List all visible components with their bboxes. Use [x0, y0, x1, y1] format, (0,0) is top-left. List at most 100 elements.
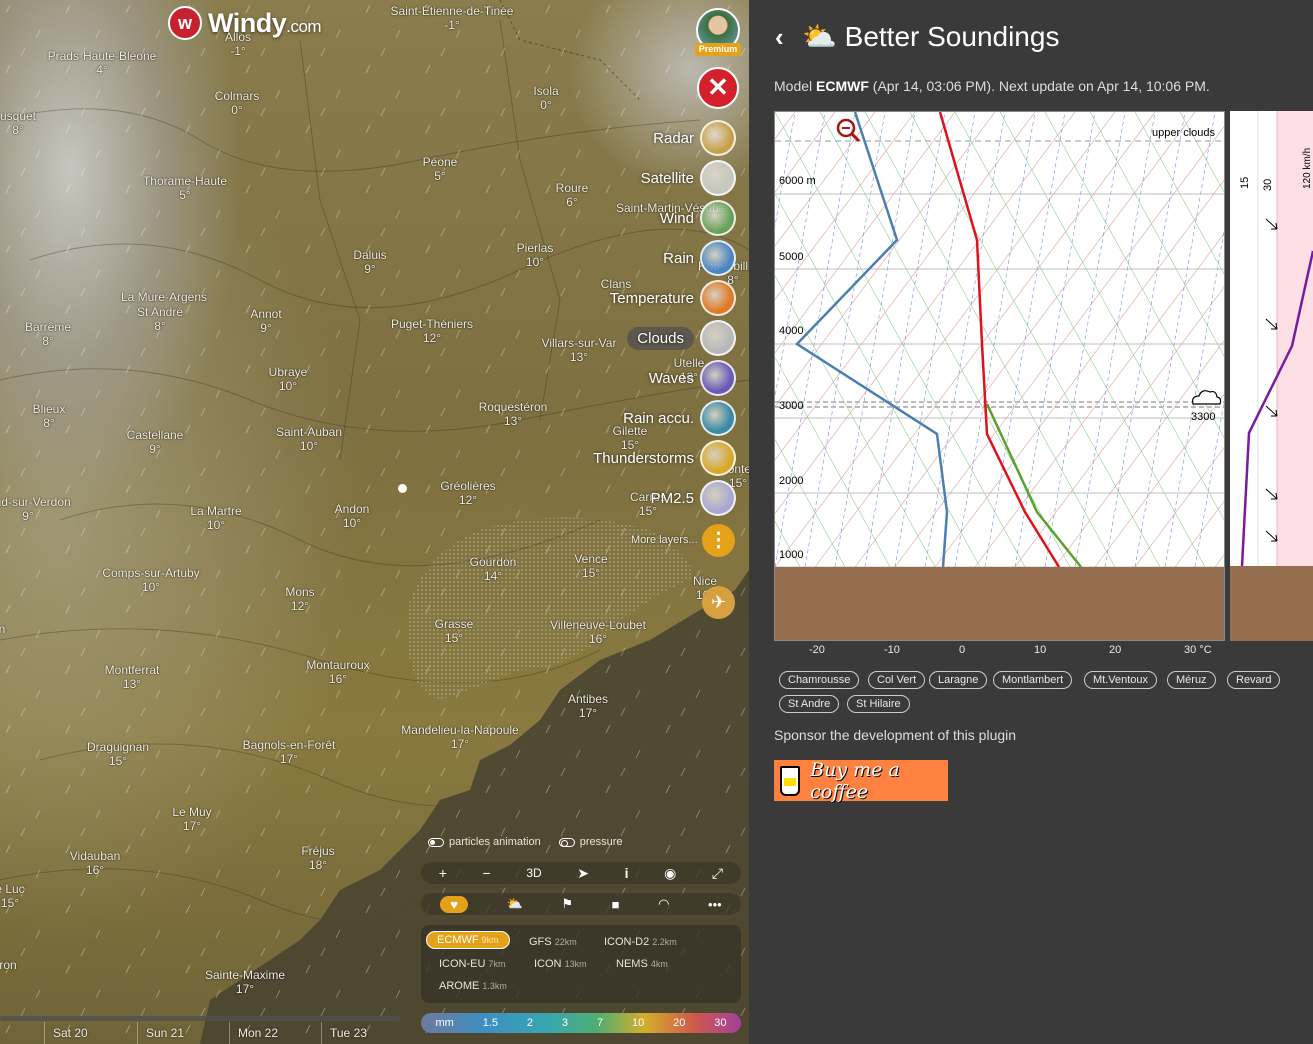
wind-profile-chart[interactable]: 15 30 120 km/h — [1230, 111, 1313, 641]
layer-item[interactable]: Rain accu. — [623, 400, 736, 436]
city-label[interactable]: Roure 6° — [556, 181, 589, 209]
particles-toggle[interactable]: particles animation — [428, 836, 541, 848]
city-label[interactable]: Roquestéron 13° — [479, 400, 548, 428]
city-label[interactable]: Colmars 0° — [215, 89, 260, 117]
city-label[interactable]: Vence 15° — [574, 552, 607, 580]
skewt-chart[interactable]: 6000 m 5000 4000 3000 2000 1000 upper clouds 33… — [774, 111, 1225, 641]
city-label[interactable]: Castellane 9° — [127, 428, 184, 456]
city-label[interactable]: St André 8° — [137, 305, 183, 333]
city-label[interactable]: alud-sur-Verdon9° — [0, 495, 71, 523]
city-label[interactable]: Thorame-Haute 5° — [143, 174, 227, 202]
3d-button[interactable]: 3D — [526, 866, 541, 880]
city-label[interactable]: Grasse 15° — [435, 617, 474, 645]
camera-icon[interactable]: ■ — [612, 897, 620, 912]
city-label[interactable]: Villars-sur-Var 13° — [542, 336, 617, 364]
day-label[interactable]: Sun 21 — [146, 1026, 184, 1040]
hurricane-icon[interactable]: ◉ — [664, 865, 676, 882]
layer-item[interactable]: Thunderstorms — [593, 440, 736, 476]
city-label[interactable]: Annot 9° — [250, 307, 281, 335]
city-label[interactable]: La Martre 10° — [190, 504, 241, 532]
zoom-out-button[interactable]: − — [483, 865, 491, 881]
spot-chip[interactable]: Mt.Ventoux — [1084, 671, 1158, 689]
city-label[interactable]: Draguignan 15° — [87, 740, 149, 768]
city-label[interactable]: Vidauban 16° — [70, 849, 121, 877]
spot-chip[interactable]: Revard — [1227, 671, 1281, 689]
layer-item[interactable]: PM2.5 — [651, 480, 736, 516]
more-layers-label[interactable]: More layers... — [631, 534, 698, 546]
city-label[interactable]: Gréolières 12° — [440, 479, 495, 507]
model-nems[interactable]: NEMS 4km — [616, 958, 668, 970]
spot-chip[interactable]: Chamrousse — [779, 671, 860, 689]
more-icon[interactable]: ••• — [708, 897, 722, 912]
layer-item[interactable]: Radar — [653, 120, 736, 156]
model-icon[interactable]: ICON 13km — [534, 958, 587, 970]
locate-icon[interactable]: ➤ — [577, 865, 589, 882]
city-label[interactable]: Barrême 8° — [25, 320, 71, 348]
city-label[interactable]: Ubraye 10° — [269, 365, 308, 393]
spot-chip[interactable]: Montlambert — [993, 671, 1073, 689]
buy-me-coffee-button[interactable]: Buy me a coffee — [774, 759, 948, 803]
city-label[interactable]: Fréjus 18° — [301, 844, 334, 872]
city-label[interactable]: e Luc15° — [0, 882, 25, 910]
city-label[interactable]: Saint-Étienne-de-Tinée -1° — [391, 4, 514, 32]
spot-chip[interactable]: St Andre — [779, 695, 840, 713]
close-button[interactable]: ✕ — [697, 67, 739, 109]
model-ecmwf[interactable]: ECMWF 9km — [426, 931, 510, 949]
layer-item[interactable]: Wind — [660, 200, 736, 236]
city-label[interactable]: Villeneuve-Loubet 16° — [550, 618, 646, 646]
spot-chip[interactable]: St Hilaire — [847, 695, 910, 713]
location-pin[interactable] — [398, 484, 407, 493]
more-layers-button[interactable]: ⋮ — [702, 524, 735, 557]
zoom-in-button[interactable]: + — [439, 865, 447, 881]
city-label[interactable]: Le Muy 17° — [172, 805, 211, 833]
city-label[interactable]: Mandelieu-la-Napoule 17° — [401, 723, 518, 751]
city-label[interactable]: Isola 0° — [533, 84, 558, 112]
day-label[interactable]: Tue 23 — [330, 1026, 367, 1040]
city-label[interactable]: Comps-sur-Artuby 10° — [102, 566, 199, 594]
layer-item[interactable]: Satellite — [641, 160, 736, 196]
city-label[interactable]: Allos -1° — [225, 30, 251, 58]
model-gfs[interactable]: GFS 22km — [529, 936, 577, 948]
airport-icon[interactable]: ✈ — [702, 586, 735, 619]
fullscreen-icon[interactable]: ⤢ — [712, 865, 723, 882]
weather-map[interactable]: w Windy.com Saint-Étienne-de-Tinée -1° All… — [0, 0, 749, 1044]
day-label[interactable]: Sat 20 — [53, 1026, 88, 1040]
city-label[interactable]: Pierlas 10° — [517, 241, 554, 269]
flag-icon[interactable]: ⚑ — [561, 896, 573, 912]
layer-item[interactable]: Temperature — [610, 280, 736, 316]
favorites-heart-icon[interactable]: ♥ — [440, 895, 469, 913]
back-chevron-icon[interactable]: ‹ — [775, 22, 784, 53]
spot-chip[interactable]: Col Vert — [868, 671, 926, 689]
city-label[interactable]: Andon 10° — [335, 502, 370, 530]
city-label[interactable]: Bagnols-en-Forêt 17° — [243, 738, 336, 766]
city-label[interactable]: Gourdon 14° — [470, 555, 517, 583]
city-label[interactable]: Saint-Auban 10° — [276, 425, 342, 453]
city-label[interactable]: Puget-Théniers 12° — [391, 317, 473, 345]
city-label[interactable]: ron — [0, 958, 17, 972]
model-icon-eu[interactable]: ICON-EU 7km — [439, 958, 506, 970]
city-label[interactable]: Sainte-Maxime 17° — [205, 968, 285, 996]
day-label[interactable]: Mon 22 — [238, 1026, 278, 1040]
city-label[interactable]: Montferrat 13° — [105, 663, 160, 691]
layer-item[interactable]: Rain — [663, 240, 736, 276]
weather-icon[interactable]: ⛅ — [507, 896, 523, 912]
city-label[interactable]: Prads-Haute-Bléone 4° — [48, 49, 157, 77]
model-icon-d2[interactable]: ICON-D2 2.2km — [604, 936, 677, 948]
pressure-toggle[interactable]: pressure — [558, 836, 623, 848]
city-label[interactable]: Daluis 9° — [353, 248, 386, 276]
rain-color-scale[interactable]: mm 1.5 2 3 7 10 20 30 — [421, 1013, 741, 1033]
city-label[interactable]: Antibes 17° — [568, 692, 608, 720]
spot-chip[interactable]: Méruz — [1167, 671, 1216, 689]
city-label[interactable]: La Mure-Argens — [121, 290, 207, 304]
info-icon[interactable]: i — [625, 865, 629, 881]
timeline-bar[interactable] — [0, 1016, 400, 1021]
city-label[interactable]: n — [0, 622, 5, 636]
layer-item[interactable]: Waves — [649, 360, 736, 396]
paraglider-icon[interactable]: ◠ — [658, 896, 669, 912]
spot-chip[interactable]: Laragne — [929, 671, 988, 689]
city-label[interactable]: Mons 12° — [285, 585, 314, 613]
city-label[interactable]: Blieux 8° — [33, 402, 66, 430]
city-label[interactable]: usquet 8° — [0, 109, 36, 137]
layer-item[interactable]: Clouds — [627, 320, 736, 356]
city-label[interactable]: Montauroux 16° — [306, 658, 369, 686]
